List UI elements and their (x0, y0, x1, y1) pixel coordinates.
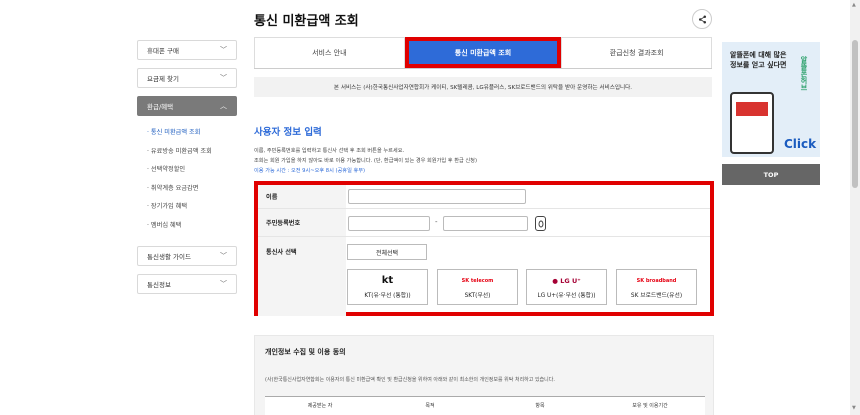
ad-side-logo: 알뜰폰허브 (800, 56, 808, 91)
carrier-row: 통신사 선택 전체선택 kt KT(유·무선 (통합)) SK telecom … (258, 237, 710, 316)
carrier-name: LG U+(유·무선 (통합)) (537, 292, 596, 299)
instruction-line: 이름, 주민등록번호를 입력하고 통신사 선택 후 조회 버튼을 누르세요. (254, 148, 405, 154)
rrn-front-input[interactable] (348, 216, 430, 231)
name-row: 이름 (258, 185, 710, 209)
sidebar-subitem-paytv-refund[interactable]: · 유료방송 미환급액 조회 (147, 145, 237, 164)
sidebar-subitem-selective-discount[interactable]: · 선택약정할인 (147, 163, 237, 182)
table-header-cell: 항목 (535, 403, 545, 409)
ad-click-label: Click (784, 137, 817, 151)
consent-text: (사)한국통신사업자연합회는 이용자의 통신 미환급액 확인 및 환급신청을 위… (265, 377, 555, 383)
tab-service-info[interactable]: 서비스 안내 (254, 37, 405, 68)
carrier-lgu-button[interactable]: ● LG U⁺ LG U+(유·무선 (통합)) (526, 269, 607, 305)
rrn-label: 주민등록번호 (258, 209, 346, 236)
section-title: 사용자 정보 입력 (254, 127, 322, 138)
page-title: 통신 미환급액 조회 (254, 14, 359, 29)
name-input[interactable] (348, 189, 526, 204)
scrollbar-thumb[interactable] (852, 40, 858, 188)
rrn-back-input[interactable] (443, 216, 528, 231)
eye-icon[interactable] (535, 216, 546, 231)
tab-refund-lookup[interactable]: 통신 미환급액 조회 (404, 37, 562, 68)
skt-logo: SK telecom (461, 277, 494, 284)
carrier-name: KT(유·무선 (통합)) (364, 292, 411, 299)
sidebar-submenu: · 통신 미환급액 조회 · 유료방송 미환급액 조회 · 선택약정할인 · 취… (137, 120, 237, 246)
table-header-cell: 목적 (425, 403, 435, 409)
select-all-button[interactable]: 전체선택 (347, 244, 427, 260)
tab-refund-result[interactable]: 환급신청 결과조회 (561, 37, 713, 68)
name-label: 이름 (258, 185, 346, 208)
user-info-form: 이름 주민등록번호 - 통신사 선택 전체선택 kt KT(유·무선 (통합))… (254, 181, 714, 316)
carrier-skt-button[interactable]: SK telecom SKT(무선) (437, 269, 518, 305)
chevron-down-icon: ﹀ (220, 46, 227, 54)
sidebar-item-plan-search[interactable]: 요금제 찾기 ﹀ (137, 68, 237, 88)
instructions: 이름, 주민등록번호를 입력하고 통신사 선택 후 조회 버튼을 누르세요. 조… (254, 146, 477, 176)
rrn-separator: - (435, 218, 438, 226)
sidebar-item-telecom-info[interactable]: 통신정보 ﹀ (137, 273, 237, 294)
carrier-skb-button[interactable]: SK broadband SK 브로드밴드(유선) (616, 269, 697, 305)
sidebar-item-refund-benefit[interactable]: 환급/혜택 ︿ (137, 96, 237, 116)
mvno-ad-banner[interactable]: 알뜰폰에 대해 많은 정보를 얻고 싶다면 알뜰폰허브 Click (722, 42, 820, 157)
carrier-name: SK 브로드밴드(유선) (630, 292, 683, 299)
rrn-row: 주민등록번호 - (258, 209, 710, 237)
share-icon[interactable] (692, 9, 712, 29)
chevron-down-icon: ﹀ (220, 74, 227, 82)
instruction-line: 조회는 회원 가입을 하지 않아도 바로 이용 가능합니다. (단, 환급액이 … (254, 158, 477, 164)
table-header-cell: 제공받는 자 (307, 403, 333, 409)
sidebar-item-label: 통신생활 가이드 (147, 252, 191, 261)
chevron-up-icon: ︿ (220, 102, 227, 110)
ad-text: 알뜰폰에 대해 많은 정보를 얻고 싶다면 (730, 51, 787, 69)
top-button[interactable]: TOP (722, 164, 820, 185)
service-notice: 본 서비스는 (사)한국통신사업자연합회가 케이티, SK텔레콤, LG유플러스… (254, 77, 712, 97)
page-scrollbar[interactable]: ▲ ▼ (850, 0, 860, 415)
carrier-label: 통신사 선택 (258, 237, 346, 316)
chevron-down-icon: ﹀ (220, 279, 227, 288)
sidebar-subitem-long-term-benefit[interactable]: · 장기가입 혜택 (147, 200, 237, 219)
scroll-up-arrow-icon[interactable]: ▲ (852, 2, 856, 8)
tab-bar: 서비스 안내 통신 미환급액 조회 환급신청 결과조회 (254, 37, 713, 69)
sidebar-subitem-membership-benefit[interactable]: · 멤버십 혜택 (147, 219, 237, 238)
scroll-down-arrow-icon[interactable]: ▼ (852, 405, 856, 411)
phone-image (730, 92, 774, 154)
sidebar-item-phone-purchase[interactable]: 휴대폰 구매 ﹀ (137, 40, 237, 60)
chevron-down-icon: ﹀ (220, 251, 227, 260)
sidebar-item-label: 휴대폰 구매 (147, 47, 179, 55)
table-header-cell: 보유 및 이용기간 (632, 403, 668, 409)
service-hours: 이용 가능 시간 : 오전 9시~오후 8시 (공휴일 휴무) (254, 168, 366, 174)
consent-table: 제공받는 자 목적 항목 보유 및 이용기간 (265, 396, 705, 415)
sidebar-item-label: 통신정보 (147, 280, 171, 289)
sidebar-item-label: 환급/혜택 (147, 103, 174, 111)
carrier-kt-button[interactable]: kt KT(유·무선 (통합)) (347, 269, 428, 305)
sidebar-subitem-vulnerable-discount[interactable]: · 취약계층 요금감면 (147, 182, 237, 201)
consent-title: 개인정보 수집 및 이용 동의 (265, 348, 346, 356)
sidebar-item-label: 요금제 찾기 (147, 75, 179, 83)
lgu-logo: ● LG U⁺ (552, 276, 581, 285)
sidebar-item-telecom-guide[interactable]: 통신생활 가이드 ﹀ (137, 245, 237, 266)
skb-logo: SK broadband (636, 277, 677, 284)
sidebar-subitem-telecom-refund[interactable]: · 통신 미환급액 조회 (147, 126, 237, 145)
sidebar: 휴대폰 구매 ﹀ 요금제 찾기 ﹀ 환급/혜택 ︿ · 통신 미환급액 조회 ·… (137, 40, 237, 302)
kt-logo: kt (381, 274, 394, 286)
consent-section: 개인정보 수집 및 이용 동의 (사)한국통신사업자연합회는 이용자의 통신 미… (254, 335, 714, 415)
carrier-name: SKT(무선) (464, 292, 491, 299)
